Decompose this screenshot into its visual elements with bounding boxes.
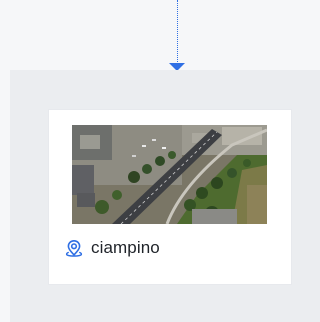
canvas: ciampino xyxy=(0,0,320,322)
connector-line xyxy=(177,0,178,64)
location-pin-icon xyxy=(64,238,84,258)
location-label-row: ciampino xyxy=(64,236,160,260)
location-card[interactable]: ciampino xyxy=(49,110,291,284)
location-name: ciampino xyxy=(91,238,160,257)
aerial-map-thumbnail[interactable] xyxy=(72,125,267,224)
